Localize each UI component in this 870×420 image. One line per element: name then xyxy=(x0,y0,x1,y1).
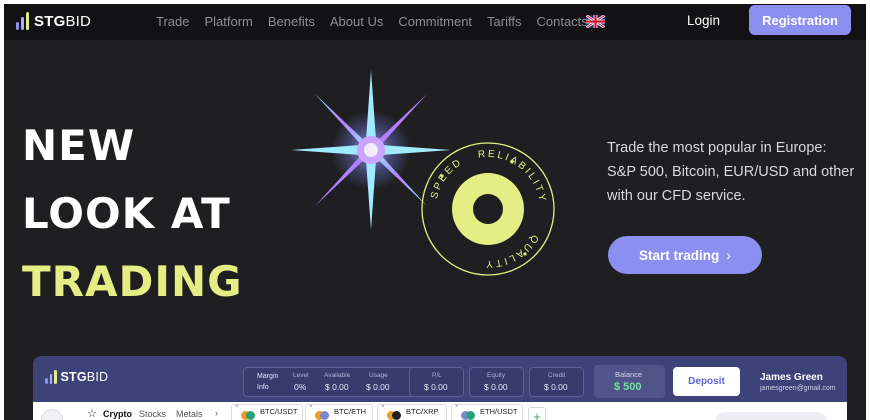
pl-value: $ 0.00 xyxy=(424,382,448,392)
hero-headline: NEW LOOK AT TRADING xyxy=(22,112,243,316)
eth-coin-icon xyxy=(320,411,329,420)
balance-value: $ 500 xyxy=(614,381,642,393)
user-name: James Green xyxy=(760,372,823,383)
nav-trade[interactable]: Trade xyxy=(156,14,189,29)
margin-info-group: Margin Info Level 0% Available $ 0.00 Us… xyxy=(243,367,435,397)
pair-tab-btc-usdt[interactable]: × BTC/USDT xyxy=(231,404,303,420)
tab-crypto[interactable]: Crypto xyxy=(103,409,132,419)
balance-box: Balance $ 500 xyxy=(594,365,665,398)
login-link[interactable]: Login xyxy=(687,13,720,28)
pair-tab-btc-eth[interactable]: × BTC/ETH xyxy=(305,404,373,420)
usdt-coin-icon xyxy=(246,411,255,420)
brand-name: STGBID xyxy=(34,12,92,30)
usdt-coin-icon xyxy=(466,411,475,420)
nav-contacts[interactable]: Contacts xyxy=(536,14,587,29)
nav-platform[interactable]: Platform xyxy=(204,14,252,29)
equity-box: Equity $ 0.00 xyxy=(469,367,524,397)
headline-line-1: NEW xyxy=(22,121,136,170)
equity-value: $ 0.00 xyxy=(484,382,508,392)
nav-benefits[interactable]: Benefits xyxy=(268,14,315,29)
credit-label: Credit xyxy=(548,372,566,379)
add-pair-button[interactable]: + xyxy=(528,407,546,420)
brand-logo[interactable]: STGBID xyxy=(16,12,91,30)
pair-label: BTC/ETH xyxy=(334,407,367,416)
credit-box: Credit $ 0.00 xyxy=(529,367,584,397)
pair-tab-eth-usdt[interactable]: × ETH/USDT xyxy=(451,404,523,420)
xrp-coin-icon xyxy=(392,411,401,420)
available-label: Available xyxy=(324,372,351,379)
hero-tagline: Trade the most popular in Europe: S&P 50… xyxy=(607,140,855,204)
level-value: 0% xyxy=(294,382,307,392)
chevron-right-icon: › xyxy=(726,247,731,263)
quality-badge: SPEED RELIABILITY QUALITY xyxy=(421,142,555,276)
tab-stocks[interactable]: Stocks xyxy=(139,409,166,419)
usage-label: Usage xyxy=(369,372,388,379)
page: STGBID Trade Platform Benefits About Us … xyxy=(4,4,866,420)
logo-bars-icon xyxy=(45,370,57,384)
start-trading-label: Start trading xyxy=(639,247,720,263)
pair-label: ETH/USDT xyxy=(480,407,518,416)
search-input[interactable] xyxy=(715,412,827,420)
equity-label: Equity xyxy=(487,372,506,379)
nav-tariffs[interactable]: Tariffs xyxy=(487,14,521,29)
headline-line-2: LOOK AT xyxy=(22,189,231,238)
close-icon[interactable]: × xyxy=(235,404,239,410)
preview-brand-logo: STGBID xyxy=(45,370,108,384)
star-icon[interactable]: ☆ xyxy=(87,407,97,420)
user-email: jamesgreen@gmail.com xyxy=(760,385,836,392)
menu-circle-icon[interactable] xyxy=(41,409,63,420)
deposit-button[interactable]: Deposit xyxy=(673,367,740,396)
available-value: $ 0.00 xyxy=(325,382,349,392)
pl-box: P/L $ 0.00 xyxy=(409,367,464,397)
uk-flag-icon[interactable] xyxy=(586,15,605,28)
nav-commitment[interactable]: Commitment xyxy=(398,14,472,29)
registration-button[interactable]: Registration xyxy=(749,5,851,35)
credit-value: $ 0.00 xyxy=(544,382,568,392)
headline-line-3: TRADING xyxy=(22,257,243,306)
tab-metals[interactable]: Metals xyxy=(176,409,203,419)
pair-label: BTC/XRP xyxy=(406,407,439,416)
pair-tab-btc-xrp[interactable]: × BTC/XRP xyxy=(377,404,447,420)
pair-label: BTC/USDT xyxy=(260,407,298,416)
close-icon[interactable]: × xyxy=(381,404,385,410)
hero-illustration: SPEED RELIABILITY QUALITY xyxy=(291,70,555,276)
info-label: Info xyxy=(257,384,269,391)
logo-bars-icon xyxy=(16,12,29,30)
close-icon[interactable]: × xyxy=(309,404,313,410)
usage-value: $ 0.00 xyxy=(366,382,390,392)
start-trading-button[interactable]: Start trading › xyxy=(608,236,762,274)
level-label: Level xyxy=(293,372,309,379)
pl-label: P/L xyxy=(432,372,442,379)
preview-brand-name: STGBID xyxy=(60,370,109,384)
close-icon[interactable]: × xyxy=(455,404,459,410)
chevron-right-icon[interactable]: › xyxy=(215,408,218,418)
margin-label: Margin xyxy=(257,373,279,380)
nav-about-us[interactable]: About Us xyxy=(330,14,383,29)
top-nav: STGBID Trade Platform Benefits About Us … xyxy=(4,4,866,40)
preview-toolbar: ☆ Crypto Stocks Metals › × BTC/USDT × BT… xyxy=(33,402,847,420)
main-menu: Trade Platform Benefits About Us Commitm… xyxy=(156,14,588,29)
balance-label: Balance xyxy=(615,370,643,379)
sparkle-star-icon xyxy=(291,70,451,230)
